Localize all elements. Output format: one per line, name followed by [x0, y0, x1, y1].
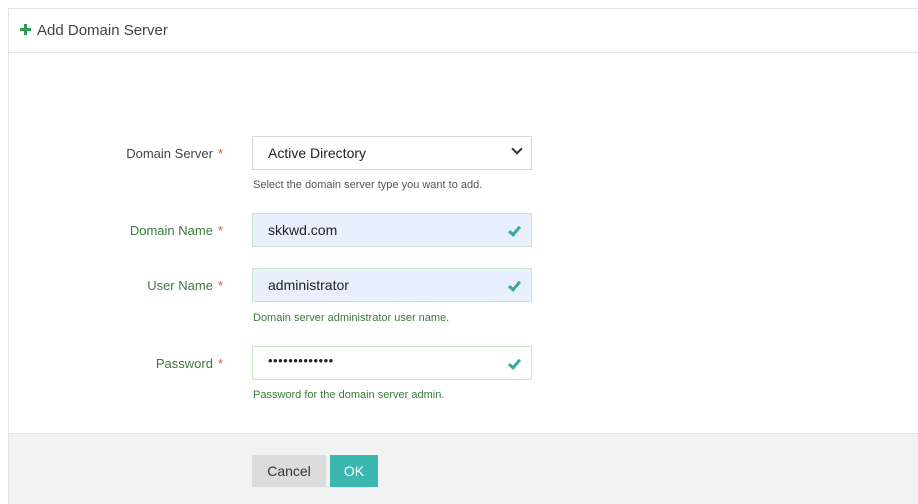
- user-name-help: Domain server administrator user name.: [253, 312, 450, 324]
- required-mark: *: [217, 356, 223, 371]
- chevron-down-icon: [511, 143, 523, 155]
- check-icon: [507, 356, 522, 370]
- password-label-text: Password: [155, 356, 213, 371]
- domain-server-label-text: Domain Server: [126, 146, 213, 161]
- domain-name-label-text: Domain Name: [129, 223, 213, 238]
- user-name-input[interactable]: administrator: [252, 268, 532, 302]
- ok-button[interactable]: OK: [330, 455, 378, 487]
- cancel-button[interactable]: Cancel: [252, 455, 326, 487]
- required-mark: *: [217, 146, 223, 161]
- user-name-label: User Name *: [147, 278, 223, 293]
- add-domain-server-panel: Add Domain Server Domain Server * Active …: [8, 8, 918, 504]
- user-name-label-text: User Name: [147, 278, 213, 293]
- domain-name-input[interactable]: skkwd.com: [252, 213, 532, 247]
- form-footer: Cancel OK: [9, 433, 918, 504]
- domain-server-select-value: Active Directory: [268, 145, 367, 161]
- required-mark: *: [217, 278, 223, 293]
- check-icon: [507, 278, 522, 292]
- password-value: •••••••••••••: [268, 353, 334, 368]
- domain-name-label: Domain Name *: [130, 223, 223, 238]
- user-name-value: administrator: [268, 277, 349, 293]
- domain-server-help: Select the domain server type you want t…: [253, 179, 483, 191]
- required-mark: *: [217, 223, 223, 238]
- plus-icon: [20, 24, 31, 35]
- password-label: Password *: [156, 356, 223, 371]
- domain-server-select[interactable]: Active Directory: [252, 136, 532, 170]
- password-input[interactable]: •••••••••••••: [252, 346, 532, 380]
- check-icon: [507, 223, 522, 237]
- panel-title: Add Domain Server: [37, 22, 168, 39]
- panel-header: Add Domain Server: [9, 9, 918, 53]
- domain-name-value: skkwd.com: [268, 222, 338, 238]
- password-help: Password for the domain server admin.: [253, 389, 445, 401]
- domain-server-label: Domain Server *: [126, 146, 223, 161]
